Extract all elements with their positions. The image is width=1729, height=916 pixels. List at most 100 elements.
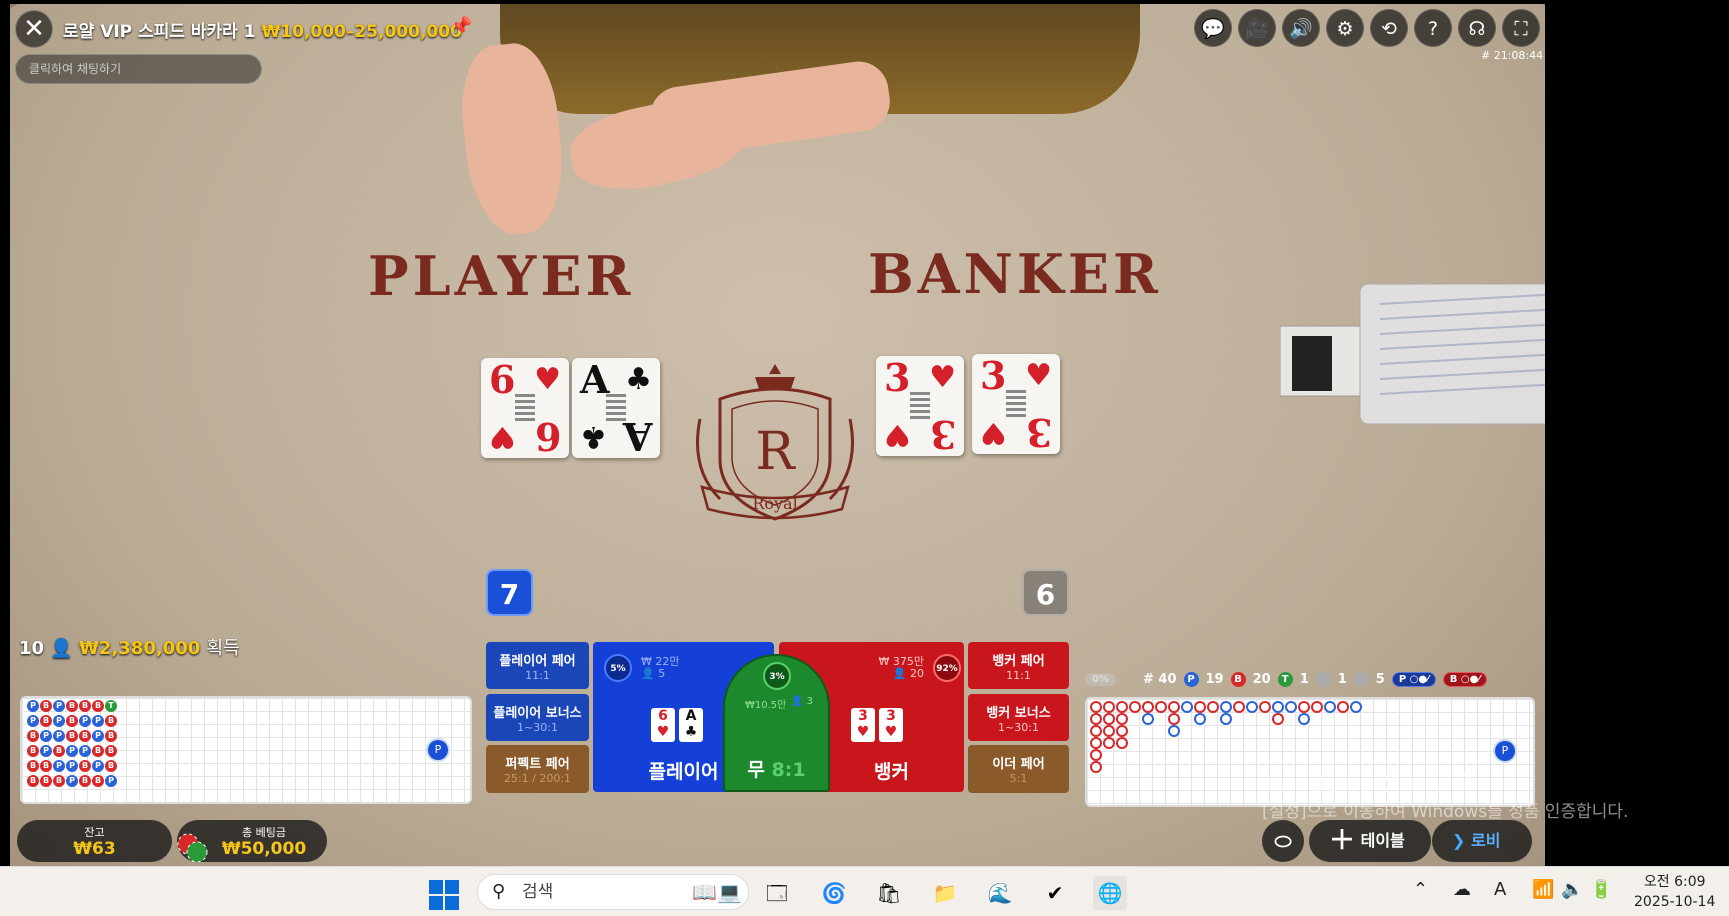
- balance-pill: 잔고 ₩63: [17, 820, 172, 862]
- bead-road-result: B: [79, 730, 91, 742]
- support-icon[interactable]: ☊: [1458, 9, 1496, 47]
- big-road-result: [1090, 701, 1102, 713]
- tie-pool: ₩10.5만: [745, 700, 787, 711]
- task-view-icon[interactable]: 🗔: [760, 876, 794, 910]
- bead-road-result: B: [79, 775, 91, 787]
- clock[interactable]: 오전 6:09 2025-10-14: [1634, 872, 1715, 912]
- battery-icon[interactable]: 🔋: [1590, 879, 1612, 900]
- big-road-result: [1129, 701, 1141, 713]
- player-mini-card-1: 6 ♥: [651, 708, 675, 742]
- big-road-result: [1194, 701, 1206, 713]
- chips-icon: [177, 833, 208, 862]
- big-road-result: [1116, 725, 1128, 737]
- banker-mini-card-2: 3 ♥: [879, 708, 903, 742]
- big-road-result: [1350, 701, 1362, 713]
- person-icon: 👤: [50, 638, 73, 659]
- wifi-icon[interactable]: 📶: [1532, 879, 1554, 900]
- windows-start-icon[interactable]: [428, 879, 460, 911]
- volume-icon[interactable]: 🔊: [1282, 9, 1320, 47]
- banker-pair-bet[interactable]: 뱅커 페어 11:1: [968, 642, 1069, 689]
- banker-mini-card-1: 3 ♥: [851, 708, 875, 742]
- tray-overflow-icon[interactable]: ⌃: [1413, 879, 1428, 900]
- player-bonus-bet[interactable]: 플레이어 보너스 1~30:1: [486, 694, 589, 741]
- stats-percent: 0%: [1085, 672, 1116, 686]
- big-road-result: [1168, 725, 1180, 737]
- bead-road-result: P: [66, 745, 78, 757]
- bead-road[interactable]: P PPBBBBBBPPBBPPPBPBBBBPPPBPBPBBBPPBPBTB…: [20, 696, 472, 804]
- big-road-result: [1272, 701, 1284, 713]
- bead-road-result: B: [66, 715, 78, 727]
- taskbar-search[interactable]: ⚲ 검색 📖💻: [477, 874, 749, 910]
- copilot-icon[interactable]: 🌀: [817, 876, 851, 910]
- big-road-result: [1142, 701, 1154, 713]
- big-road-result: [1103, 725, 1115, 737]
- tie-bet[interactable]: 3% ₩10.5만 👤 3 무 8:1: [723, 654, 830, 792]
- ime-icon[interactable]: A: [1494, 879, 1506, 900]
- crest-text: Royal: [752, 494, 797, 513]
- bead-road-result: B: [66, 730, 78, 742]
- chrome-icon[interactable]: 🌐: [1093, 876, 1127, 910]
- big-road-result: [1090, 761, 1102, 773]
- bead-road-result: B: [40, 760, 52, 772]
- player-pair-wins: 1: [1337, 671, 1347, 687]
- todo-icon[interactable]: ✔: [1038, 876, 1072, 910]
- lobby-button[interactable]: ❯ 로비: [1432, 820, 1532, 862]
- bead-road-result: B: [105, 745, 117, 757]
- banker-stat-icon: B: [1230, 671, 1246, 687]
- chat-bubble-button[interactable]: ⬭: [1262, 820, 1304, 862]
- video-camera-icon[interactable]: 🎥: [1238, 9, 1276, 47]
- player-pair-bet[interactable]: 플레이어 페어 11:1: [486, 642, 589, 689]
- perfect-pair-bet[interactable]: 퍼펙트 페어 25:1 / 200:1: [486, 745, 589, 793]
- app-window: PLAYER BANKER R Royal 6 ♥ ♥ 6 A ♣ ♣ A 3 ♥ ♥ 3: [0, 0, 1729, 916]
- winners-line: 10 👤 ₩2,380,000 획득: [19, 634, 240, 660]
- gear-icon[interactable]: ⚙: [1326, 9, 1364, 47]
- fullscreen-icon[interactable]: ⛶: [1502, 9, 1540, 47]
- player-pair-stat-icon: [1315, 671, 1331, 687]
- big-road-result: [1103, 701, 1115, 713]
- speaker-icon[interactable]: 🔈: [1561, 879, 1583, 900]
- big-road-result: [1285, 701, 1297, 713]
- bead-road-result: B: [40, 715, 52, 727]
- bead-road-result: P: [79, 745, 91, 757]
- crest-letter: R: [755, 422, 796, 482]
- bead-road-result: P: [40, 745, 52, 757]
- bead-road-result: B: [92, 700, 104, 712]
- onedrive-icon[interactable]: ☁: [1453, 879, 1471, 900]
- edge-icon[interactable]: 🌊: [983, 876, 1017, 910]
- plus-icon: ＋: [1329, 826, 1356, 856]
- chat-input[interactable]: 클릭하여 채팅하기: [15, 54, 262, 84]
- big-road-result: [1116, 713, 1128, 725]
- history-icon[interactable]: ⟲: [1370, 9, 1408, 47]
- store-icon[interactable]: 🛍: [872, 876, 906, 910]
- big-road-result: [1324, 701, 1336, 713]
- close-button[interactable]: ✕: [15, 10, 53, 48]
- big-road-result: [1116, 737, 1128, 749]
- player-stat-icon: P: [1183, 671, 1199, 687]
- bead-road-result: P: [105, 775, 117, 787]
- file-explorer-icon[interactable]: 📁: [928, 876, 962, 910]
- banker-ask-button[interactable]: B ○●⁄: [1442, 671, 1488, 687]
- bead-road-result: P: [27, 700, 39, 712]
- bead-road-result: B: [92, 775, 104, 787]
- big-road-result: [1233, 701, 1245, 713]
- banker-bonus-bet[interactable]: 뱅커 보너스 1~30:1: [968, 694, 1069, 741]
- player-ask-button[interactable]: P ○●⁄: [1391, 671, 1436, 687]
- player-mini-card-2: A ♣: [679, 708, 703, 742]
- lobby-icon: ❯: [1452, 831, 1466, 850]
- big-road-result: [1181, 701, 1193, 713]
- bead-road-result: T: [105, 700, 117, 712]
- bead-road-result: P: [53, 700, 65, 712]
- help-icon[interactable]: ?: [1414, 9, 1452, 47]
- pin-icon[interactable]: 📌: [450, 16, 472, 37]
- banker-pair-stat-icon: [1353, 671, 1369, 687]
- royal-crest: R Royal: [696, 364, 854, 521]
- next-player-prediction-icon-right[interactable]: P: [1495, 741, 1515, 761]
- chat-icon[interactable]: 💬: [1194, 9, 1232, 47]
- next-player-prediction-icon[interactable]: P: [428, 740, 448, 760]
- letterbox-right: [1545, 0, 1729, 866]
- big-road-result: [1090, 749, 1102, 761]
- player-card-1: 6 ♥ ♥ 6: [481, 358, 569, 459]
- bead-road-result: B: [40, 775, 52, 787]
- table-button[interactable]: ＋ 테이블: [1309, 820, 1431, 862]
- tie-bet-percent: 3%: [763, 662, 791, 690]
